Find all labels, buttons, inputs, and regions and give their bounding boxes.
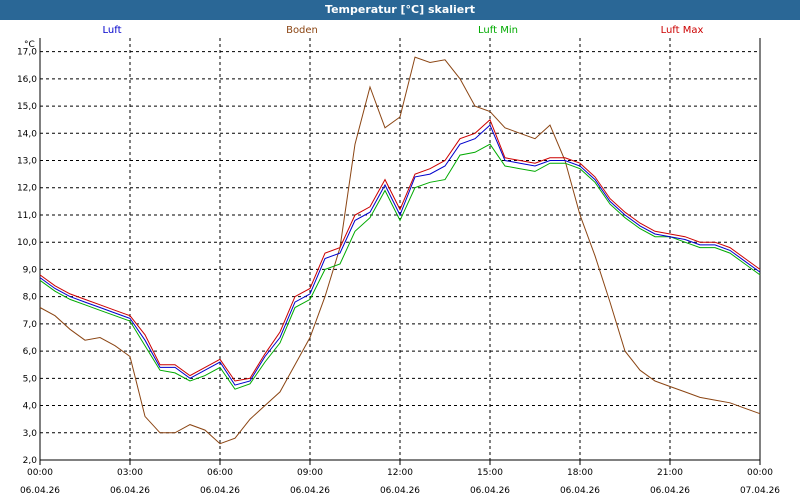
title-bar: Temperatur [°C] skaliert [0, 0, 800, 20]
x-tick-date: 07.04.26 [740, 486, 780, 496]
y-tick-label: 16,0 [17, 75, 37, 85]
y-unit-label: °C [24, 40, 35, 50]
x-tick-date: 06.04.26 [290, 486, 330, 496]
x-tick-date: 06.04.26 [200, 486, 240, 496]
y-tick-label: 7,0 [23, 320, 38, 330]
legend-entry: Boden [286, 25, 318, 36]
window-title: Temperatur [°C] skaliert [325, 3, 475, 16]
y-tick-label: 12,0 [17, 184, 37, 194]
y-tick-label: 14,0 [17, 129, 37, 139]
y-tick-label: 2,0 [23, 456, 38, 466]
x-tick-date: 06.04.26 [20, 486, 60, 496]
y-tick-label: 4,0 [23, 402, 38, 412]
y-tick-label: 5,0 [23, 374, 38, 384]
x-tick-time: 15:00 [477, 468, 503, 478]
y-tick-label: 6,0 [23, 347, 38, 357]
legend-entry: Luft Max [661, 25, 704, 36]
x-tick-date: 06.04.26 [110, 486, 150, 496]
y-tick-label: 10,0 [17, 238, 37, 248]
x-tick-time: 09:00 [297, 468, 323, 478]
legend-entry: Luft Min [478, 25, 518, 36]
temperature-chart: 2,0 3,0 4,0 5,0 6,0 7,0 8,0 9,0 10,0 11,0 12,0 13,0… [17, 25, 780, 496]
y-tick-label: 9,0 [23, 265, 38, 275]
x-tick-time: 00:00 [747, 468, 773, 478]
x-tick-time: 18:00 [567, 468, 593, 478]
x-tick-date: 06.04.26 [470, 486, 510, 496]
x-tick-date: 06.04.26 [560, 486, 600, 496]
x-tick-time: 12:00 [387, 468, 413, 478]
x-tick-time: 00:00 [27, 468, 53, 478]
chart-window: Temperatur [°C] skaliert 2,0 3,0 4,0 5,0 6,0… [0, 0, 800, 500]
x-tick-time: 21:00 [657, 468, 683, 478]
y-tick-label: 8,0 [23, 293, 38, 303]
y-tick-label: 11,0 [17, 211, 37, 221]
y-tick-label: 13,0 [17, 157, 37, 167]
legend-entry: Luft [103, 25, 122, 36]
x-tick-time: 03:00 [117, 468, 143, 478]
x-tick-date: 06.04.26 [650, 486, 690, 496]
y-tick-label: 3,0 [23, 429, 38, 439]
x-tick-date: 06.04.26 [380, 486, 420, 496]
x-tick-time: 06:00 [207, 468, 233, 478]
y-tick-label: 15,0 [17, 102, 37, 112]
